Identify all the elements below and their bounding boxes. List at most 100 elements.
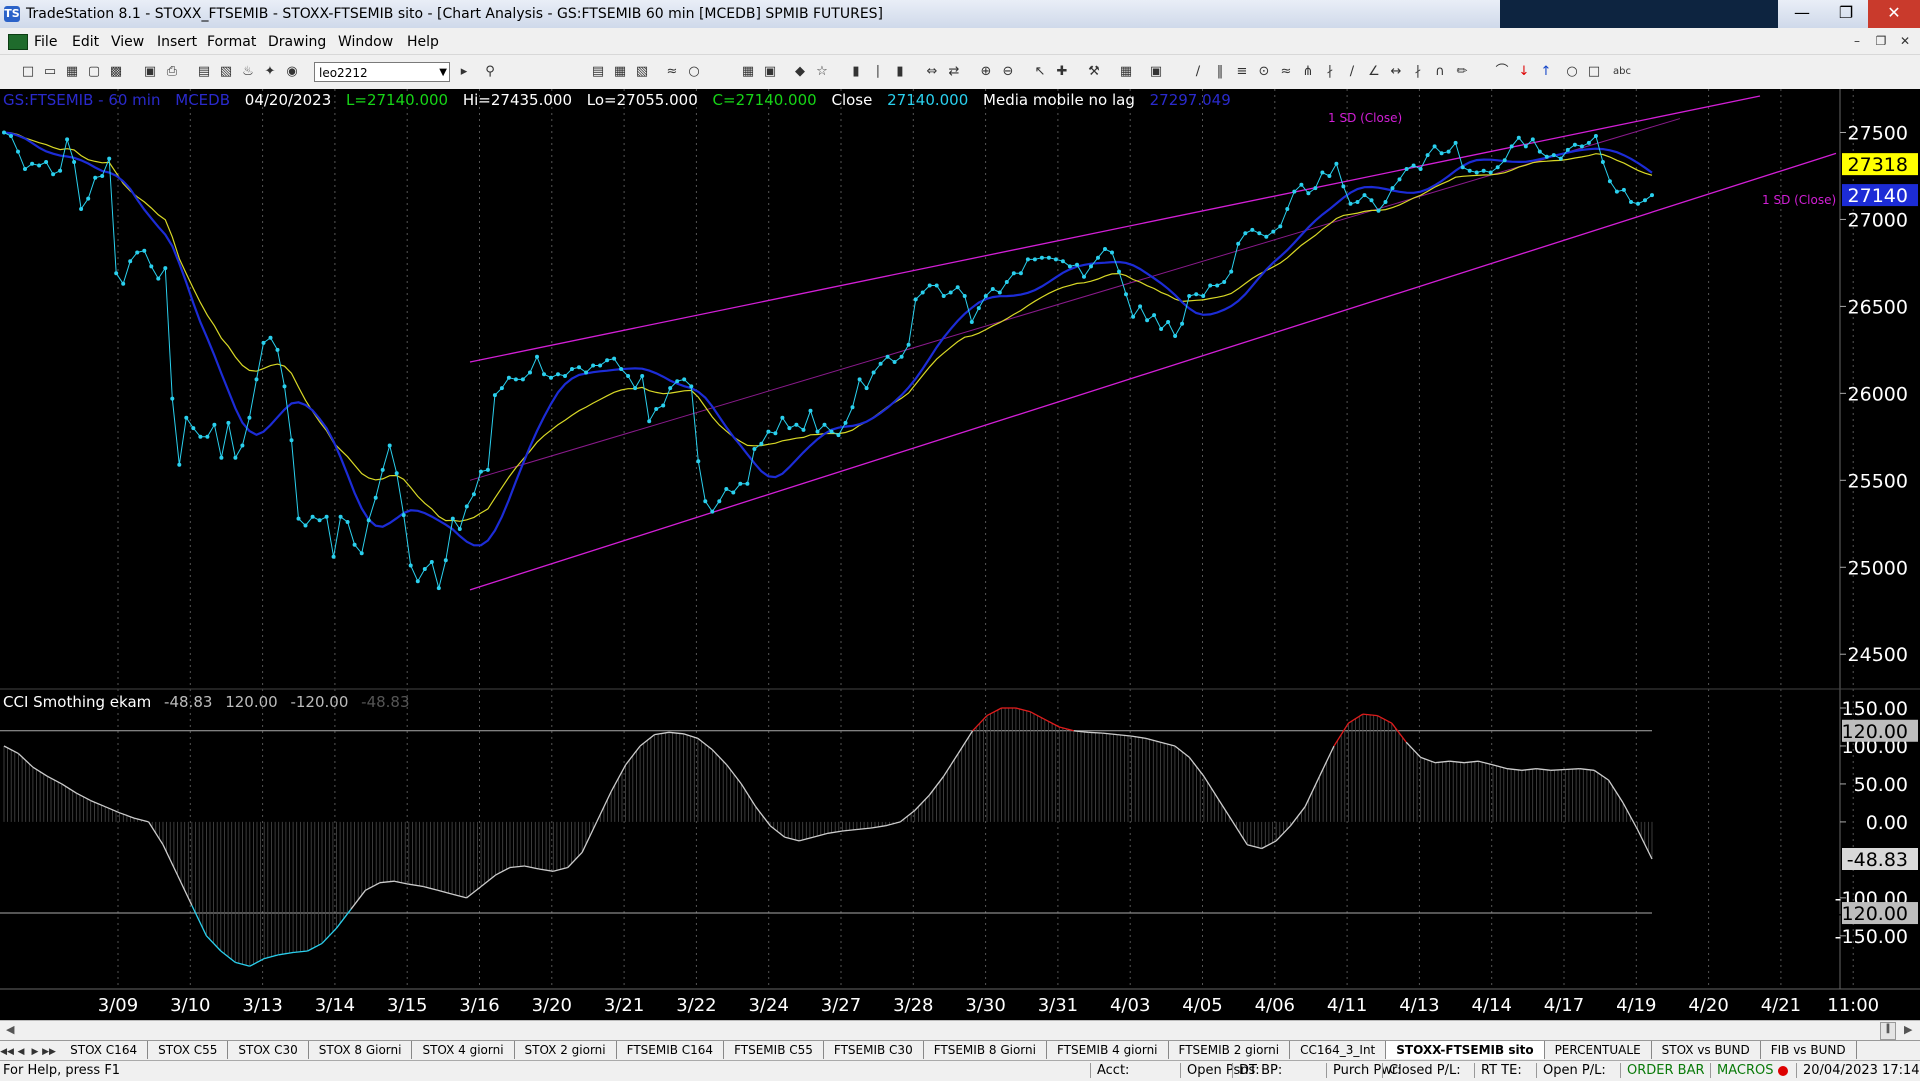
macros-button[interactable]: MACROS [1710, 1063, 1773, 1078]
regression-icon[interactable]: ≈ [1278, 64, 1294, 80]
workspace-tab[interactable]: STOX vs BUND [1652, 1041, 1761, 1059]
zoom-out-icon[interactable]: ⊖ [1000, 64, 1016, 80]
child-minimize-icon[interactable]: – [1846, 32, 1868, 50]
vertical-lines-icon[interactable]: ‖ [1212, 64, 1228, 80]
tab-first-icon[interactable]: ◀◀ [0, 1047, 14, 1057]
menu-edit[interactable]: Edit [72, 34, 99, 50]
options-icon[interactable]: ○ [686, 64, 702, 80]
angle-icon[interactable]: ∠ [1366, 64, 1382, 80]
chart-canvas[interactable]: 3/09 3/10 3/13 3/14 3/15 3/16 3/20 3/21 3/22 3/24… [0, 89, 1920, 1020]
folder-icon[interactable]: ▩ [108, 64, 124, 80]
order-bar-button[interactable]: ORDER BAR [1620, 1063, 1705, 1078]
workspace-tab[interactable]: FTSEMIB 2 giorni [1169, 1041, 1291, 1059]
close-icon[interactable]: ✕ [1868, 0, 1920, 28]
market-depth-icon[interactable]: ▦ [740, 64, 756, 80]
arcs-icon[interactable]: ∩ [1432, 64, 1448, 80]
tile-icon[interactable]: ▧ [218, 64, 234, 80]
child-close-icon[interactable]: ✕ [1894, 32, 1916, 50]
ellipse-icon[interactable]: ○ [1564, 64, 1580, 80]
workspace-combo[interactable]: leo2212 ▼ [314, 62, 450, 82]
scroll-left-icon[interactable]: ◀ [6, 1023, 14, 1036]
workspace-tab[interactable]: FTSEMIB 4 giorni [1047, 1041, 1169, 1059]
menu-format[interactable]: Format [207, 34, 256, 50]
chart-analysis[interactable]: 3/09 3/10 3/13 3/14 3/15 3/16 3/20 3/21 3/22 3/24… [0, 89, 1920, 1020]
workspace-tab[interactable]: FTSEMIB C30 [824, 1041, 924, 1059]
workspace-tab[interactable]: PERCENTUALE [1545, 1041, 1652, 1059]
activity-icon[interactable]: ▣ [762, 64, 778, 80]
new-icon[interactable]: □ [20, 64, 36, 80]
workspace-tab[interactable]: FTSEMIB 8 Giorni [924, 1041, 1047, 1059]
menu-help[interactable]: Help [407, 34, 439, 50]
rectangle-icon[interactable]: □ [1586, 64, 1602, 80]
fib-icon[interactable]: ∤ [1322, 64, 1338, 80]
gann-icon[interactable]: ⊙ [1256, 64, 1272, 80]
tab-next-icon[interactable]: ▶ [28, 1047, 42, 1057]
maximize-icon[interactable]: ❐ [1824, 0, 1868, 28]
text-tool-icon[interactable]: abc [1608, 64, 1636, 80]
crosshair-icon[interactable]: ✚ [1054, 64, 1070, 80]
window-icon[interactable]: ▤ [196, 64, 212, 80]
chart-scrollbar[interactable]: ◀ ‖ ▶ [0, 1020, 1920, 1041]
workspace-tab[interactable]: STOX C164 [60, 1041, 149, 1059]
scroll-icon[interactable]: ⇄ [946, 64, 962, 80]
menu-file[interactable]: File [34, 34, 57, 50]
workspace-tab[interactable]: FIB vs BUND [1761, 1041, 1857, 1059]
wrench-icon[interactable]: ⚒ [1086, 64, 1102, 80]
candle-icon[interactable]: ▮ [892, 64, 908, 80]
radar-icon[interactable]: ▦ [612, 64, 628, 80]
scroll-thumb-icon[interactable]: ‖ [1880, 1022, 1896, 1040]
curve-icon[interactable]: ⌒ [1494, 64, 1510, 80]
menu-view[interactable]: View [111, 34, 144, 50]
strategy-icon[interactable]: ✦ [262, 64, 278, 80]
scroll-right-icon[interactable]: ▶ [1904, 1023, 1912, 1036]
arrow-right-icon[interactable]: ▸ [456, 64, 472, 80]
matrix-icon[interactable]: ▧ [634, 64, 650, 80]
menu-window[interactable]: Window [338, 34, 393, 50]
find-icon[interactable]: ⚲ [482, 64, 498, 80]
arrow-down-icon[interactable]: ↓ [1516, 64, 1532, 80]
quote-icon[interactable]: ☆ [814, 64, 830, 80]
minimize-icon[interactable]: — [1780, 0, 1824, 28]
menu-drawing[interactable]: Drawing [268, 34, 326, 50]
scanner-icon[interactable]: ≈ [664, 64, 680, 80]
channel-icon[interactable]: ∕ [1344, 64, 1360, 80]
print-icon[interactable]: ⎙ [164, 64, 180, 80]
globe-icon[interactable]: ◉ [284, 64, 300, 80]
workspace-tab[interactable]: STOX C30 [228, 1041, 309, 1059]
arrow-up-icon[interactable]: ↑ [1538, 64, 1554, 80]
zoom-in-icon[interactable]: ⊕ [978, 64, 994, 80]
workspace-tab[interactable]: STOX 4 giorni [412, 1041, 515, 1059]
price-point [380, 467, 385, 472]
document-icon[interactable] [8, 34, 28, 50]
workspace-tab[interactable]: STOXX-FTSEMIB sito [1386, 1041, 1545, 1059]
clipboard-icon[interactable]: ▣ [1148, 64, 1164, 80]
child-restore-icon[interactable]: ❐ [1870, 32, 1892, 50]
line-chart-icon[interactable]: ∣ [870, 64, 886, 80]
horizontal-lines-icon[interactable]: ≡ [1234, 64, 1250, 80]
trendline-icon[interactable]: ∕ [1190, 64, 1206, 80]
tab-last-icon[interactable]: ▶▶ [42, 1047, 56, 1057]
menu-insert[interactable]: Insert [157, 34, 197, 50]
chart-window-icon[interactable]: ▤ [590, 64, 606, 80]
pencil-icon[interactable]: ✏ [1454, 64, 1470, 80]
open-workspace-icon[interactable]: ▦ [64, 64, 80, 80]
symbol-icon[interactable]: ◆ [792, 64, 808, 80]
lock-icon[interactable]: ♨ [240, 64, 256, 80]
bar-chart-icon[interactable]: ▮ [848, 64, 864, 80]
tab-prev-icon[interactable]: ◀ [14, 1047, 28, 1057]
workspace-tab[interactable]: CC164_3_Int [1290, 1041, 1387, 1059]
workspace-tab[interactable]: STOX C55 [148, 1041, 229, 1059]
save-icon[interactable]: ▣ [142, 64, 158, 80]
data-window-icon[interactable]: ▦ [1118, 64, 1134, 80]
workspace-tab[interactable]: FTSEMIB C164 [617, 1041, 725, 1059]
speed-lines-icon[interactable]: ∤ [1410, 64, 1426, 80]
pitchfork-icon[interactable]: ⋔ [1300, 64, 1316, 80]
workspace-tab[interactable]: STOX 2 giorni [515, 1041, 617, 1059]
open-icon[interactable]: ▭ [42, 64, 58, 80]
bar-spacing-icon[interactable]: ⇔ [924, 64, 940, 80]
workspace-tab[interactable]: FTSEMIB C55 [724, 1041, 824, 1059]
measure-icon[interactable]: ↔ [1388, 64, 1404, 80]
workspace-tab[interactable]: STOX 8 Giorni [309, 1041, 413, 1059]
pointer-icon[interactable]: ↖ [1032, 64, 1048, 80]
page-icon[interactable]: ▢ [86, 64, 102, 80]
